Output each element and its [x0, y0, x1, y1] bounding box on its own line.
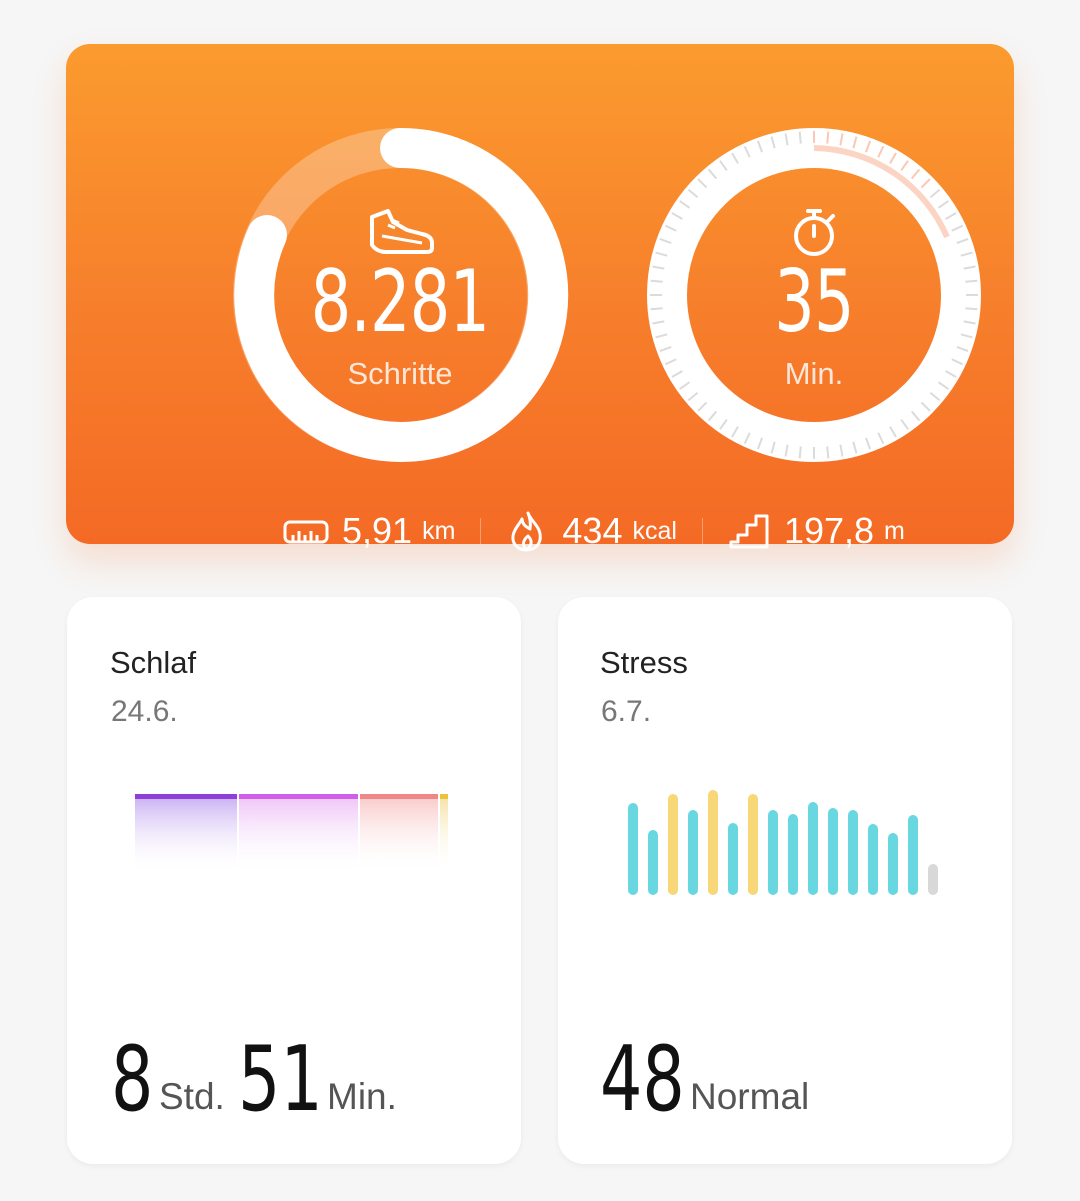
stress-bar	[828, 808, 838, 895]
steps-value: 8.281	[310, 252, 490, 352]
steps-unit: Schritte	[347, 356, 453, 391]
flame-icon	[511, 511, 543, 552]
light-sleep-segment	[239, 794, 358, 874]
stress-bar	[708, 790, 718, 895]
dial-tick	[650, 307, 663, 311]
active-minutes-unit: Min.	[784, 356, 844, 391]
stress-bar	[628, 803, 638, 895]
dial-tick	[965, 307, 978, 311]
distance-value: 5,91	[342, 510, 413, 551]
dial-tick	[965, 279, 978, 283]
stress-bar	[648, 830, 658, 895]
sleep-card[interactable]: Schlaf 24.6. 8 Std. 51 Min.	[67, 597, 521, 1164]
sleep-hours-unit: Std.	[159, 1076, 225, 1117]
stress-bar	[808, 802, 818, 895]
sleep-date: 24.6.	[111, 695, 178, 728]
calories-stat[interactable]: 434 kcal	[506, 506, 677, 556]
active-minutes-ring[interactable]: 35 Min.	[644, 125, 984, 465]
stress-bar	[728, 823, 738, 895]
awake-segment	[440, 794, 448, 874]
steps-ring[interactable]: 8.281 Schritte	[230, 125, 570, 465]
climb-unit: m	[884, 517, 905, 545]
dial-tick	[798, 446, 802, 459]
stress-bar	[928, 864, 938, 895]
sleep-title: Schlaf	[110, 645, 197, 680]
stress-level: Normal	[690, 1076, 810, 1117]
rem-sleep-segment	[360, 794, 438, 874]
activity-card[interactable]: 8.281 Schritte 35 Min. 5,91 km 434 kcal …	[66, 44, 1014, 552]
calories-value: 434	[562, 510, 623, 551]
stress-bar	[788, 814, 798, 895]
sleep-hours-value: 8	[111, 1027, 154, 1132]
climb-value: 197,8	[783, 510, 875, 551]
stress-bar-chart	[628, 790, 938, 895]
dial-tick	[650, 279, 663, 283]
dial-tick	[798, 131, 802, 144]
sleep-minutes-unit: Min.	[327, 1076, 397, 1117]
distance-stat[interactable]: 5,91 km	[282, 506, 455, 556]
distance-unit: km	[422, 517, 456, 545]
deep-sleep-segment	[135, 794, 237, 874]
stress-card[interactable]: Stress 6.7. 48 Normal	[558, 597, 1012, 1164]
activity-stats-row: 5,91 km 434 kcal 197,8 m	[282, 506, 905, 556]
calories-unit: kcal	[632, 517, 677, 545]
climb-stat[interactable]: 197,8 m	[728, 506, 905, 556]
stress-bar	[668, 794, 678, 895]
active-minutes-value: 35	[774, 252, 854, 352]
stress-bar	[748, 794, 758, 895]
sleep-minutes-value: 51	[238, 1027, 323, 1132]
stress-bar	[768, 810, 778, 895]
stress-value: 48	[600, 1027, 685, 1132]
stairs-icon	[729, 514, 769, 549]
stress-bar	[888, 833, 898, 895]
stress-bar	[908, 815, 918, 895]
dial-tick	[826, 131, 830, 144]
dial-tick	[826, 446, 830, 459]
stress-bar	[868, 824, 878, 895]
stat-divider	[480, 518, 482, 544]
stress-bar	[688, 810, 698, 895]
stress-date: 6.7.	[601, 695, 652, 728]
stress-title: Stress	[600, 645, 688, 680]
sleep-stage-chart	[135, 794, 448, 874]
stat-divider	[701, 518, 703, 544]
stress-bar	[848, 810, 858, 895]
ruler-icon	[283, 520, 329, 544]
